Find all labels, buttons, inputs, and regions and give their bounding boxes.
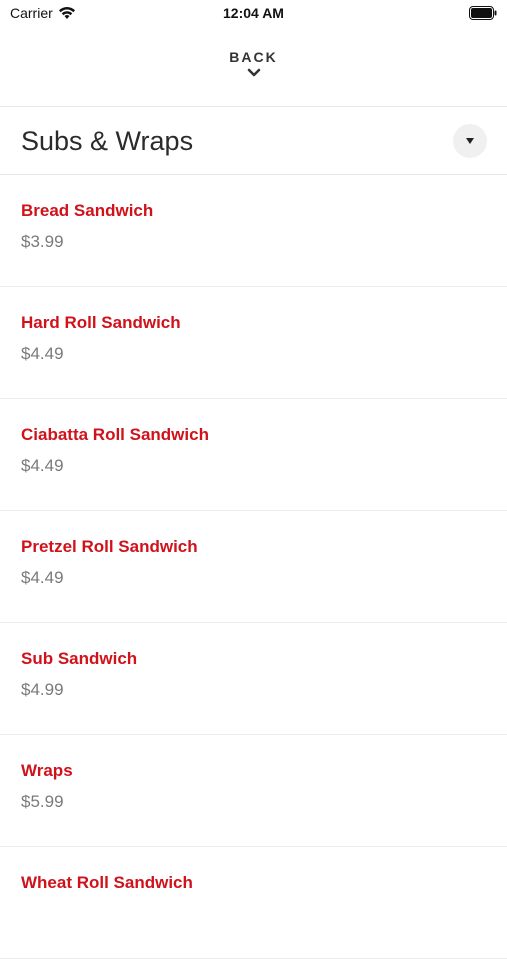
category-header: Subs & Wraps [0, 108, 507, 174]
item-name: Wheat Roll Sandwich [21, 873, 193, 892]
battery-icon [469, 6, 497, 20]
item-price: $4.49 [21, 568, 64, 587]
item-price: $4.49 [21, 456, 64, 475]
page-title: Subs & Wraps [21, 126, 194, 156]
item-price: $4.49 [21, 344, 64, 363]
chevron-down-icon [247, 68, 260, 77]
back-button[interactable]: BACK [0, 46, 507, 92]
back-label: BACK [229, 49, 278, 65]
item-name: Sub Sandwich [21, 649, 138, 668]
menu-item[interactable]: Ciabatta Roll Sandwich $4.49 [0, 399, 507, 511]
item-name: Ciabatta Roll Sandwich [21, 425, 209, 444]
menu-item[interactable]: Pretzel Roll Sandwich $4.49 [0, 511, 507, 623]
menu-item[interactable]: Sub Sandwich $4.99 [0, 623, 507, 735]
menu-item[interactable]: Wraps $5.99 [0, 735, 507, 847]
item-price: $3.99 [21, 232, 64, 251]
caret-down-icon [466, 138, 474, 144]
item-price: $5.99 [21, 792, 64, 811]
item-name: Wraps [21, 761, 73, 780]
item-name: Hard Roll Sandwich [21, 313, 181, 332]
item-name: Pretzel Roll Sandwich [21, 537, 198, 556]
item-price: $4.99 [21, 680, 64, 699]
menu-items-list: Bread Sandwich $3.99 Hard Roll Sandwich … [0, 175, 507, 959]
category-dropdown-button[interactable] [453, 124, 487, 158]
divider [0, 106, 507, 107]
menu-item[interactable]: Wheat Roll Sandwich [0, 847, 507, 959]
status-bar: Carrier 12:04 AM [0, 0, 507, 28]
menu-item[interactable]: Hard Roll Sandwich $4.49 [0, 287, 507, 399]
menu-item[interactable]: Bread Sandwich $3.99 [0, 175, 507, 287]
item-name: Bread Sandwich [21, 201, 154, 220]
status-time: 12:04 AM [223, 5, 284, 21]
